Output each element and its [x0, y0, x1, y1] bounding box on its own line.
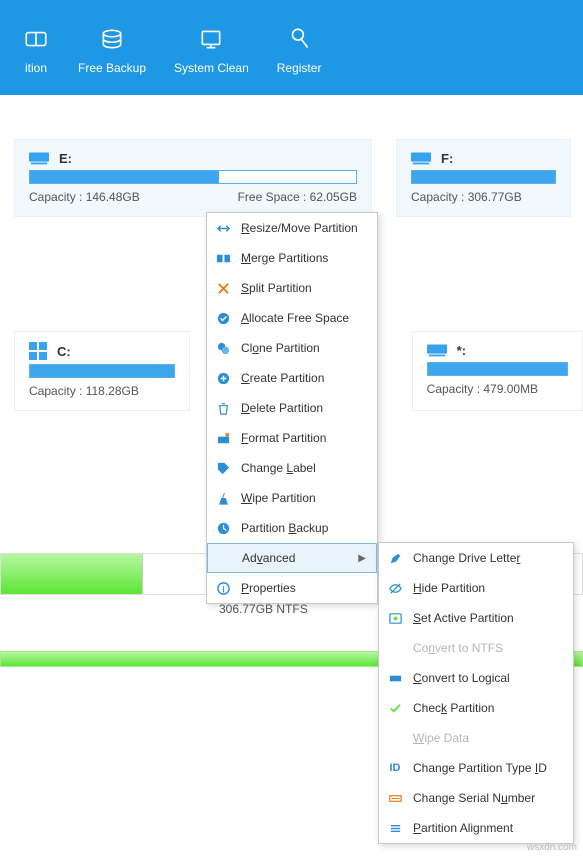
allocate-icon: [215, 310, 231, 326]
drive-label: *:: [457, 343, 466, 358]
menu-resize[interactable]: RResize/Move Partitionesize/Move Partiti…: [207, 213, 377, 243]
menu-allocate[interactable]: Allocate Free Space: [207, 303, 377, 333]
context-menu: RResize/Move Partitionesize/Move Partiti…: [206, 212, 378, 604]
menu-create[interactable]: Create Partition: [207, 363, 377, 393]
capacity-bar: [29, 364, 175, 378]
main-toolbar: ition Free Backup System Clean Register: [0, 0, 583, 95]
menu-properties[interactable]: iProperties: [207, 573, 377, 603]
backup-icon: [98, 25, 126, 53]
capacity-text: Capacity : 479.00MB: [427, 382, 538, 396]
spacer-icon: [387, 730, 403, 746]
menu-advanced[interactable]: Advanced▶: [207, 543, 377, 573]
spacer-icon: [387, 640, 403, 656]
drive-card-f[interactable]: F: Capacity : 306.77GB: [396, 139, 571, 217]
serial-icon: [387, 790, 403, 806]
submenu-align[interactable]: Partition Alignment: [379, 813, 573, 843]
disk-segment[interactable]: [1, 554, 143, 594]
drive-icon: [29, 150, 49, 166]
backup-menu-icon: [215, 520, 231, 536]
submenu-logical[interactable]: Convert to Logical: [379, 663, 573, 693]
advanced-submenu: Change Drive Letter Hide Partition Set A…: [378, 542, 574, 844]
disk-segment-label: 306.77GB NTFS: [219, 602, 308, 616]
submenu-ntfs: Convert to NTFS: [379, 633, 573, 663]
toolbar-partition-button[interactable]: ition: [8, 15, 64, 81]
format-icon: [215, 430, 231, 446]
drive-label: E:: [59, 151, 72, 166]
submenu-arrow-icon: ▶: [358, 553, 366, 564]
check-icon: [387, 700, 403, 716]
menu-format[interactable]: Format Partition: [207, 423, 377, 453]
hide-icon: [387, 580, 403, 596]
align-icon: [387, 820, 403, 836]
submenu-wipe-data: Wipe Data: [379, 723, 573, 753]
label-icon: [215, 460, 231, 476]
toolbar-partition-label: ition: [25, 61, 47, 75]
drive-icon: [411, 150, 431, 166]
register-icon: [285, 25, 313, 53]
menu-split[interactable]: Split Partition: [207, 273, 377, 303]
submenu-type-id[interactable]: IDChange Partition Type ID: [379, 753, 573, 783]
submenu-active[interactable]: Set Active Partition: [379, 603, 573, 633]
toolbar-backup-label: Free Backup: [78, 61, 146, 75]
capacity-text: Capacity : 146.48GB: [29, 190, 140, 204]
spacer-icon: [216, 550, 232, 566]
menu-wipe[interactable]: Wipe Partition: [207, 483, 377, 513]
drive-icon: [427, 342, 447, 358]
logical-icon: [387, 670, 403, 686]
active-icon: [387, 610, 403, 626]
toolbar-clean-label: System Clean: [174, 61, 249, 75]
clean-icon: [197, 25, 225, 53]
windows-icon: [29, 342, 47, 360]
properties-icon: i: [215, 580, 231, 596]
delete-icon: [215, 400, 231, 416]
capacity-bar: [427, 362, 568, 376]
wipe-icon: [215, 490, 231, 506]
drive-label: C:: [57, 344, 71, 359]
menu-label[interactable]: Change Label: [207, 453, 377, 483]
drive-card-star[interactable]: *: Capacity : 479.00MB: [412, 331, 583, 411]
merge-icon: [215, 250, 231, 266]
capacity-text: Capacity : 118.28GB: [29, 384, 139, 398]
drive-label: F:: [441, 151, 453, 166]
resize-icon: [215, 220, 231, 236]
split-icon: [215, 280, 231, 296]
drives-row-1: E: Capacity : 146.48GB Free Space : 62.0…: [0, 95, 583, 217]
toolbar-backup-button[interactable]: Free Backup: [64, 15, 160, 81]
create-icon: [215, 370, 231, 386]
drive-card-e[interactable]: E: Capacity : 146.48GB Free Space : 62.0…: [14, 139, 372, 217]
toolbar-clean-button[interactable]: System Clean: [160, 15, 263, 81]
drive-card-c[interactable]: C: Capacity : 118.28GB: [14, 331, 190, 411]
watermark-text: wsxdn.com: [527, 842, 577, 853]
submenu-serial[interactable]: Change Serial Number: [379, 783, 573, 813]
svg-text:i: i: [222, 584, 225, 594]
partition-icon: [22, 25, 50, 53]
capacity-bar: [411, 170, 556, 184]
submenu-check[interactable]: Check Partition: [379, 693, 573, 723]
menu-backup[interactable]: Partition Backup: [207, 513, 377, 543]
capacity-bar: [29, 170, 357, 184]
edit-icon: [387, 550, 403, 566]
freespace-text: Free Space : 62.05GB: [238, 190, 357, 204]
clone-icon: [215, 340, 231, 356]
toolbar-register-label: Register: [277, 61, 322, 75]
capacity-text: Capacity : 306.77GB: [411, 190, 522, 204]
menu-clone[interactable]: Clone Partition: [207, 333, 377, 363]
menu-delete[interactable]: Delete Partition: [207, 393, 377, 423]
submenu-drive-letter[interactable]: Change Drive Letter: [379, 543, 573, 573]
id-icon: ID: [387, 760, 403, 776]
menu-merge[interactable]: Merge Partitions: [207, 243, 377, 273]
toolbar-register-button[interactable]: Register: [263, 15, 336, 81]
submenu-hide[interactable]: Hide Partition: [379, 573, 573, 603]
